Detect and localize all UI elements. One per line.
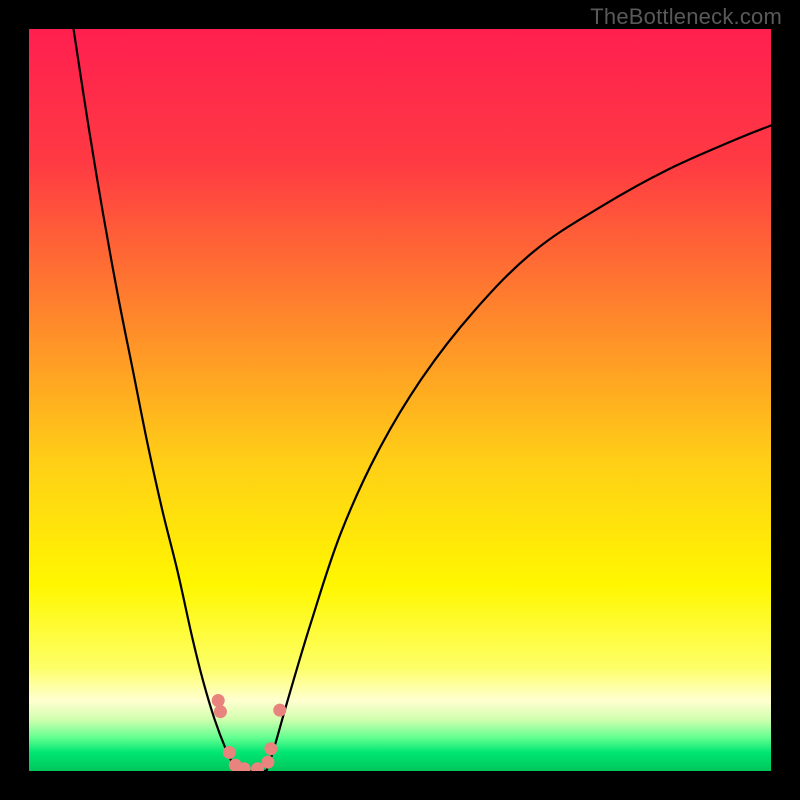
marker-group (212, 694, 287, 771)
data-marker (273, 704, 286, 717)
data-marker (264, 742, 277, 755)
data-marker (212, 694, 225, 707)
data-marker (214, 705, 227, 718)
curve-right-branch (266, 125, 771, 771)
curve-layer (29, 29, 771, 771)
data-marker (261, 756, 274, 769)
chart-frame: TheBottleneck.com (0, 0, 800, 800)
data-marker (223, 746, 236, 759)
plot-area (29, 29, 771, 771)
watermark-text: TheBottleneck.com (590, 4, 782, 30)
curve-left-branch (74, 29, 241, 771)
